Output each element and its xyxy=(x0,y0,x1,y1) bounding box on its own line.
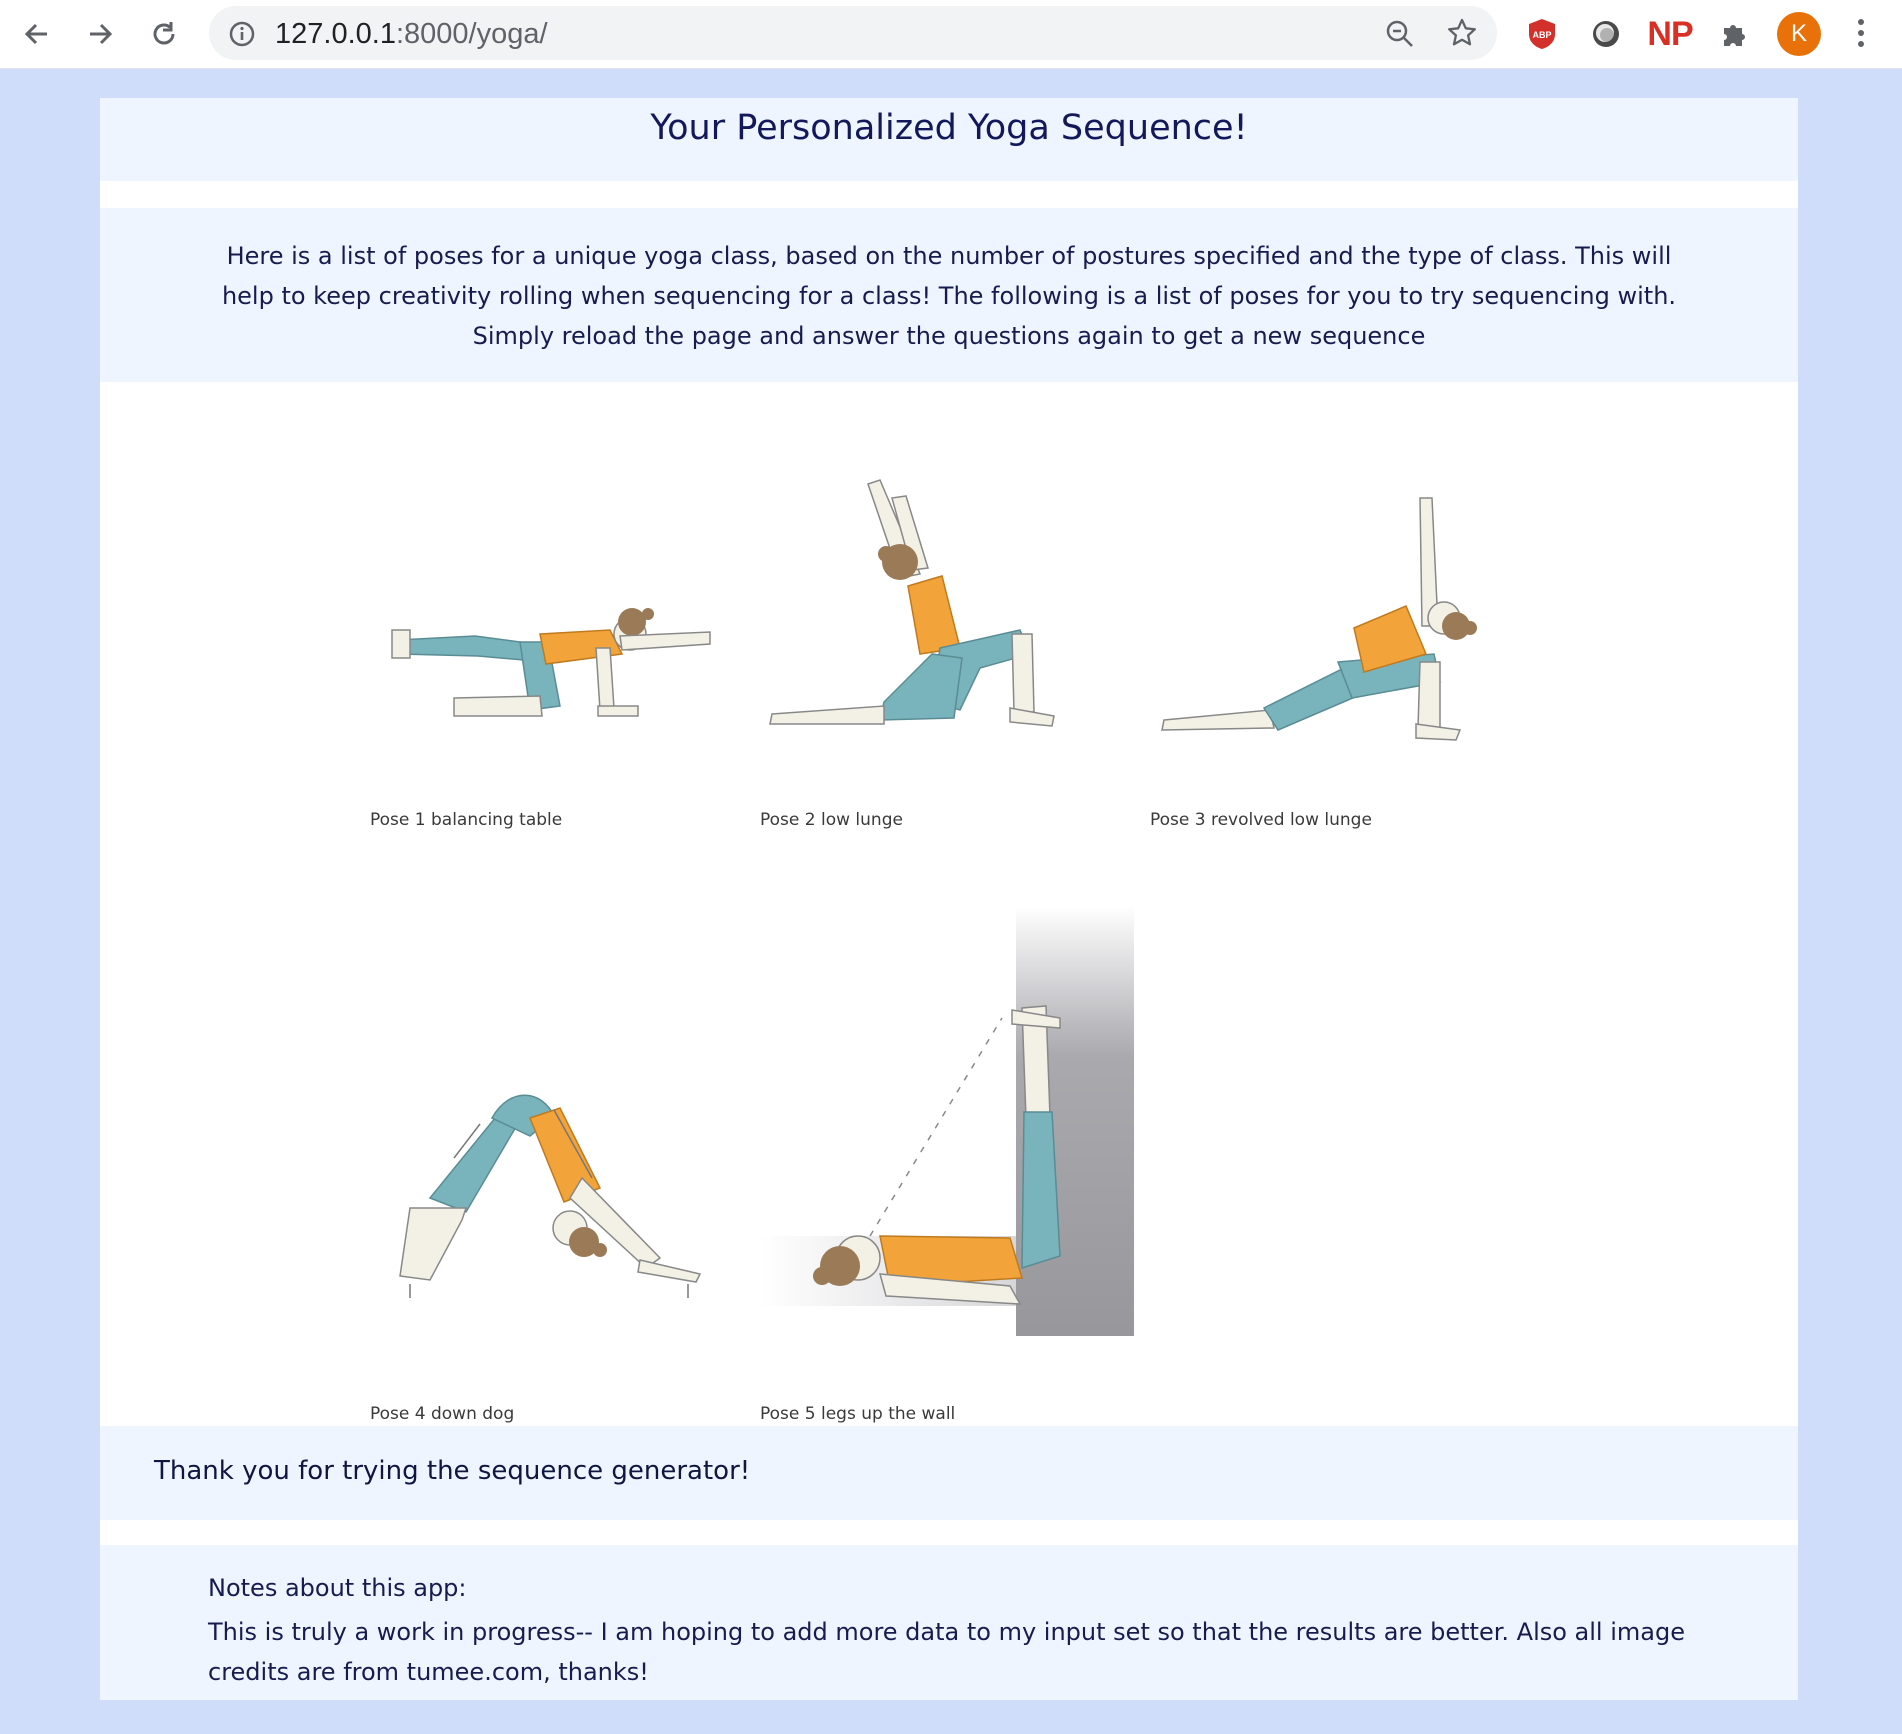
url-path: :8000/yoga/ xyxy=(395,18,548,50)
forward-icon[interactable] xyxy=(80,14,120,54)
url-host: 127.0.0.1 xyxy=(275,18,396,50)
down-dog-illustration xyxy=(399,1094,702,1298)
thanks-band: Thank you for trying the sequence genera… xyxy=(100,1426,1798,1520)
adblock-icon[interactable]: ABP xyxy=(1522,14,1562,54)
bookmark-star-icon[interactable] xyxy=(1447,18,1477,52)
menu-kebab-icon[interactable] xyxy=(1851,16,1871,52)
pose-1-caption: Pose 1 balancing table xyxy=(370,810,563,830)
pose-3-card: Pose 3 revolved low lunge xyxy=(1150,458,1510,830)
pose-5-card: Pose 5 legs up the wall xyxy=(760,906,1140,1424)
np-extension-icon[interactable]: NP xyxy=(1647,14,1693,54)
reload-icon[interactable] xyxy=(144,14,184,54)
balancing-table-illustration xyxy=(391,608,711,717)
zoom-icon[interactable] xyxy=(1385,19,1415,53)
back-icon[interactable] xyxy=(17,14,57,54)
pose-2-card: Pose 2 low lunge xyxy=(760,458,1120,830)
intro-text: Here is a list of poses for a unique yog… xyxy=(221,242,1677,350)
browser-toolbar: 127.0.0.1:8000/yoga/ ABP NP K xyxy=(0,0,1902,69)
profile-avatar[interactable]: K xyxy=(1777,12,1821,56)
notes-band: Notes about this app: This is truly a wo… xyxy=(100,1545,1798,1700)
page-title: Your Personalized Yoga Sequence! xyxy=(650,108,1248,148)
revolved-low-lunge-illustration xyxy=(1161,497,1477,741)
low-lunge-illustration xyxy=(769,479,1055,727)
pose-5-caption: Pose 5 legs up the wall xyxy=(760,1404,956,1424)
url-text[interactable]: 127.0.0.1:8000/yoga/ xyxy=(275,18,548,51)
pose-1-card: Pose 1 balancing table xyxy=(370,530,730,830)
svg-text:ABP: ABP xyxy=(1532,30,1551,40)
pose-2-caption: Pose 2 low lunge xyxy=(760,810,903,830)
pose-4-caption: Pose 4 down dog xyxy=(370,1404,515,1424)
page-container: Your Personalized Yoga Sequence! Here is… xyxy=(100,98,1798,1700)
record-icon[interactable] xyxy=(1586,14,1626,54)
thanks-message: Thank you for trying the sequence genera… xyxy=(154,1456,751,1486)
pose-3-caption: Pose 3 revolved low lunge xyxy=(1150,810,1372,830)
pose-4-card: Pose 4 down dog xyxy=(370,968,730,1424)
notes-text: This is truly a work in progress-- I am … xyxy=(208,1618,1685,1686)
site-info-icon[interactable] xyxy=(229,21,255,51)
address-bar[interactable]: 127.0.0.1:8000/yoga/ xyxy=(209,6,1497,60)
intro-band: Here is a list of poses for a unique yog… xyxy=(100,208,1798,382)
legs-up-the-wall-illustration xyxy=(760,906,1134,1336)
title-band: Your Personalized Yoga Sequence! xyxy=(100,98,1798,181)
puzzle-extensions-icon[interactable] xyxy=(1715,14,1755,54)
notes-heading: Notes about this app: xyxy=(208,1574,467,1602)
